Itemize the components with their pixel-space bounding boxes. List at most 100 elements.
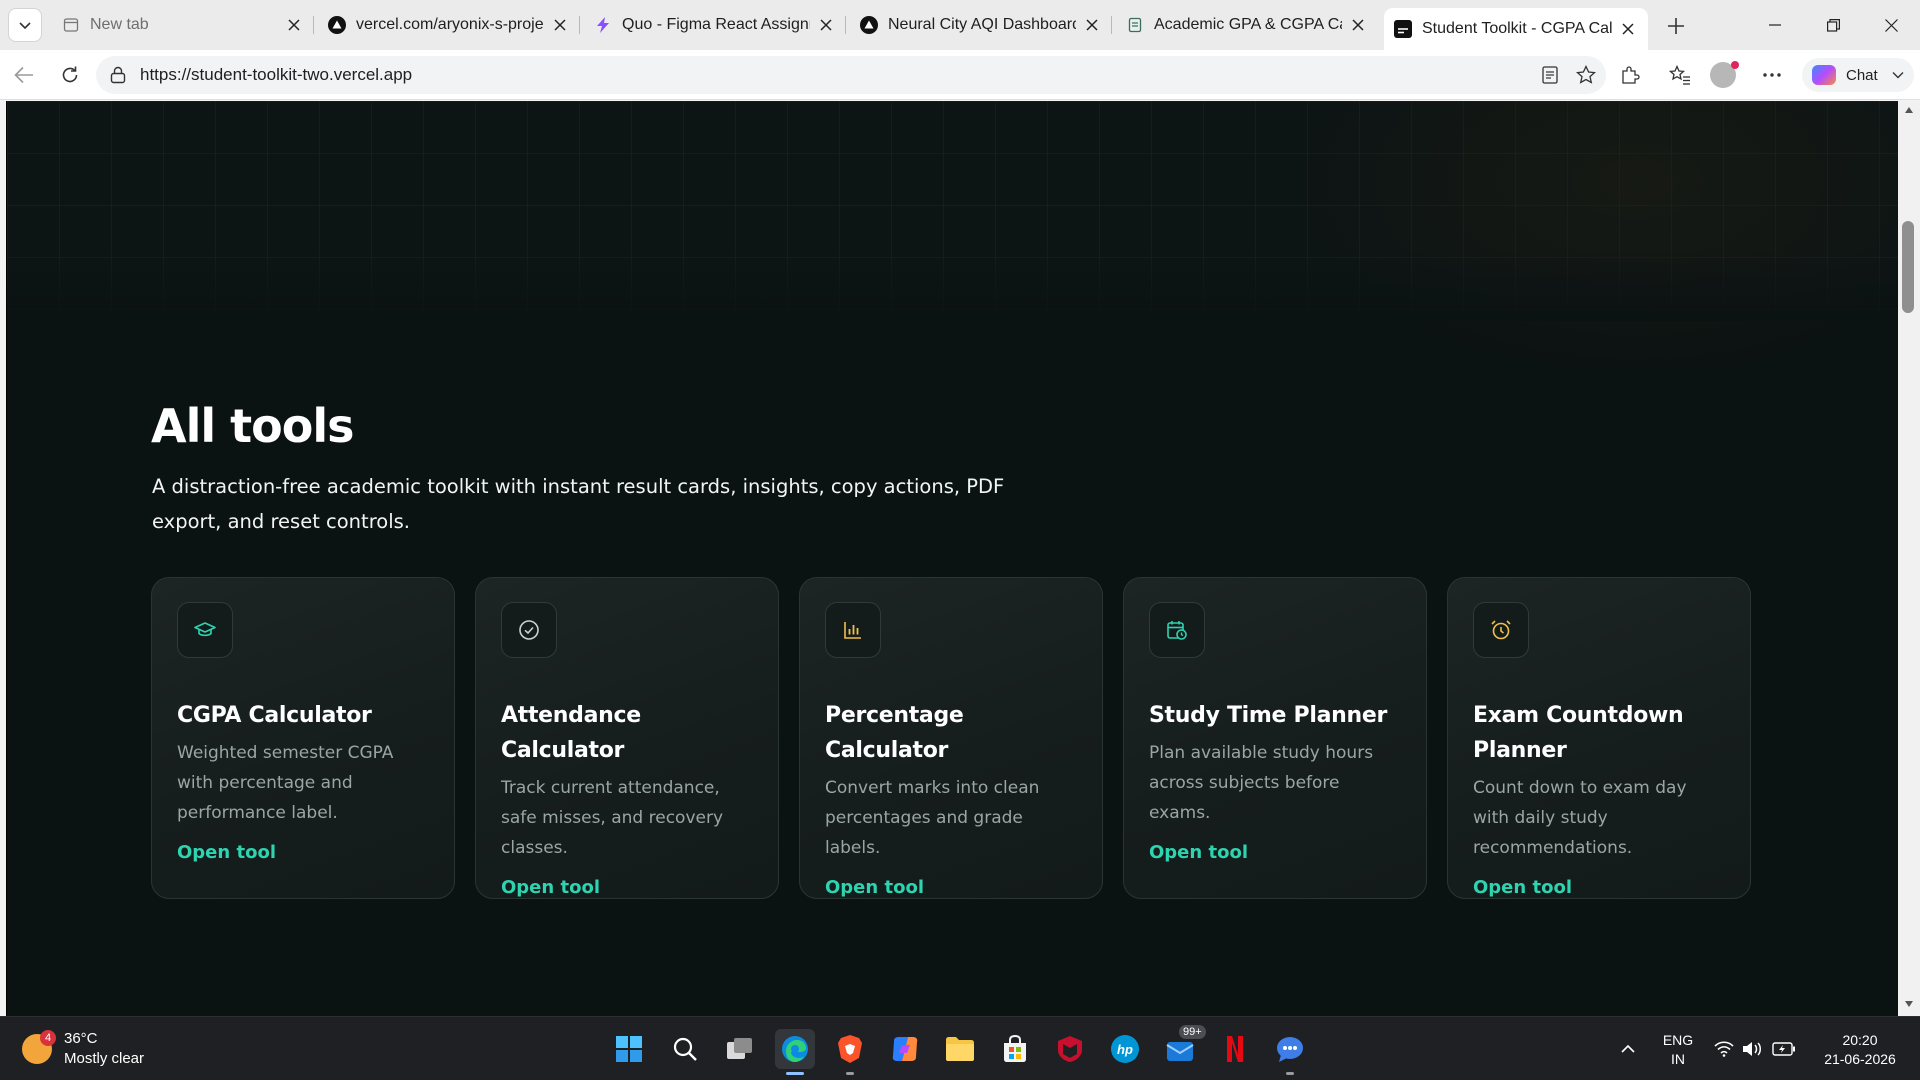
copilot-taskbar-button[interactable] (885, 1029, 925, 1069)
copilot-chat-button[interactable]: Chat (1802, 58, 1914, 92)
close-window-button[interactable] (1862, 0, 1920, 50)
tool-card-exam-countdown[interactable]: Exam Countdown Planner Count down to exa… (1447, 577, 1751, 899)
check-circle-icon (519, 620, 539, 640)
close-tab-icon[interactable] (816, 15, 836, 35)
tab-quo-figma[interactable]: Quo - Figma React Assignment (584, 8, 846, 42)
tool-title: Exam Countdown Planner (1473, 703, 1684, 763)
running-app-indicator (846, 1072, 854, 1075)
tool-card-attendance[interactable]: Attendance Calculator Track current atte… (475, 577, 779, 899)
vercel-icon (328, 16, 346, 34)
tool-description: Plan available study hours across subjec… (1149, 743, 1374, 823)
url-text[interactable]: https://student-toolkit-two.vercel.app (140, 65, 412, 85)
brave-taskbar-button[interactable] (830, 1029, 870, 1069)
mcafee-button[interactable] (1050, 1029, 1090, 1069)
tool-icon-box (1473, 602, 1529, 658)
open-tool-link[interactable]: Open tool (825, 877, 1077, 898)
tab-list-button[interactable] (8, 8, 42, 42)
refresh-button[interactable] (54, 59, 86, 91)
close-tab-icon[interactable] (284, 15, 304, 35)
battery-charging-icon (1772, 1042, 1795, 1056)
hp-button[interactable]: hp (1105, 1029, 1145, 1069)
tab-vercel-projects[interactable]: vercel.com/aryonix-s-projects (318, 8, 580, 42)
new-tab-button[interactable] (1662, 12, 1690, 40)
open-tool-link[interactable]: Open tool (1149, 842, 1401, 863)
chevron-down-icon (19, 22, 31, 30)
chat-bubble-icon (1277, 1037, 1303, 1062)
show-hidden-icons-button[interactable] (1608, 1029, 1648, 1069)
tool-description: Track current attendance, safe misses, a… (501, 778, 724, 858)
chat-label: Chat (1846, 66, 1878, 84)
puzzle-icon (1622, 66, 1640, 84)
more-dots-icon (1763, 73, 1781, 77)
lock-icon[interactable] (110, 66, 126, 84)
netflix-icon (1227, 1036, 1243, 1062)
open-tool-link[interactable]: Open tool (1473, 877, 1725, 898)
tool-title: Attendance Calculator (501, 703, 641, 763)
search-button[interactable] (665, 1029, 705, 1069)
windows-taskbar: 4 36°C Mostly clear hp 99+ ENG IN 20:20 … (0, 1016, 1920, 1080)
chevron-up-icon (1621, 1044, 1635, 1053)
weather-temperature: 36°C (64, 1030, 98, 1047)
close-tab-icon[interactable] (1348, 15, 1368, 35)
tab-neural-city[interactable]: Neural City AQI Dashboard (850, 8, 1112, 42)
scrollbar-thumb[interactable] (1902, 221, 1914, 313)
tab-academic-gpa[interactable]: Academic GPA & CGPA Calculator (1116, 8, 1378, 42)
minimize-icon (1769, 24, 1781, 26)
tool-icon-box (501, 602, 557, 658)
close-tab-icon[interactable] (550, 15, 570, 35)
tool-description: Weighted semester CGPA with percentage a… (177, 743, 394, 823)
chat-app-button[interactable] (1270, 1029, 1310, 1069)
weather-widget[interactable]: 4 36°C Mostly clear (22, 1029, 144, 1069)
refresh-icon (62, 66, 78, 83)
store-bag-icon (1004, 1035, 1026, 1062)
minimize-button[interactable] (1746, 0, 1804, 50)
background-glow (1287, 101, 1898, 381)
copilot-icon (1812, 65, 1836, 85)
tab-new-tab[interactable]: New tab (52, 8, 314, 42)
search-icon (673, 1037, 697, 1061)
task-view-button[interactable] (720, 1029, 760, 1069)
star-icon (1576, 65, 1596, 84)
close-tab-icon[interactable] (1082, 15, 1102, 35)
netflix-button[interactable] (1215, 1029, 1255, 1069)
notification-count-badge: 99+ (1179, 1025, 1206, 1039)
open-tool-link[interactable]: Open tool (501, 877, 753, 898)
reader-mode-button[interactable] (1534, 59, 1566, 91)
edge-taskbar-button[interactable] (775, 1029, 815, 1069)
back-button[interactable] (8, 59, 40, 91)
tab-title: Student Toolkit - CGPA Calculator (1422, 20, 1612, 37)
clock[interactable]: 20:20 21-06-2026 (1810, 1031, 1910, 1069)
tool-title: Percentage Calculator (825, 703, 964, 763)
tab-title: Quo - Figma React Assignment (622, 16, 810, 33)
alarm-clock-icon (1491, 620, 1511, 640)
open-tool-link[interactable]: Open tool (177, 842, 429, 863)
copilot-icon (892, 1037, 918, 1061)
tool-card-cgpa[interactable]: CGPA Calculator Weighted semester CGPA w… (151, 577, 455, 899)
weather-sun-icon: 4 (22, 1030, 56, 1064)
start-button[interactable] (609, 1029, 649, 1069)
favorites-list-button[interactable] (1664, 59, 1696, 91)
document-icon (1126, 16, 1144, 34)
mail-app-button[interactable]: 99+ (1160, 1025, 1206, 1069)
close-tab-icon[interactable] (1618, 19, 1638, 39)
favorite-button[interactable] (1570, 59, 1602, 91)
address-bar[interactable]: https://student-toolkit-two.vercel.app (96, 56, 1606, 94)
extensions-button[interactable] (1614, 59, 1646, 91)
tab-student-toolkit[interactable]: Student Toolkit - CGPA Calculator (1384, 8, 1648, 50)
clock-date: 21-06-2026 (1824, 1051, 1896, 1067)
scroll-up-arrow[interactable] (1903, 104, 1915, 116)
quick-settings-button[interactable] (1710, 1029, 1800, 1069)
weather-badge: 4 (40, 1030, 56, 1046)
file-explorer-button[interactable] (940, 1029, 980, 1069)
svg-text:hp: hp (1117, 1042, 1133, 1057)
browser-toolbar: https://student-toolkit-two.vercel.app C… (0, 50, 1920, 100)
scroll-down-arrow[interactable] (1903, 998, 1915, 1010)
tool-description: Convert marks into clean percentages and… (825, 778, 1040, 858)
more-menu-button[interactable] (1756, 59, 1788, 91)
ms-store-button[interactable] (995, 1029, 1035, 1069)
language-indicator[interactable]: ENG IN (1660, 1031, 1696, 1069)
tool-card-percentage[interactable]: Percentage Calculator Convert marks into… (799, 577, 1103, 899)
hero-fade (7, 251, 1898, 321)
tool-card-study-planner[interactable]: Study Time Planner Plan available study … (1123, 577, 1427, 899)
restore-button[interactable] (1804, 0, 1862, 50)
